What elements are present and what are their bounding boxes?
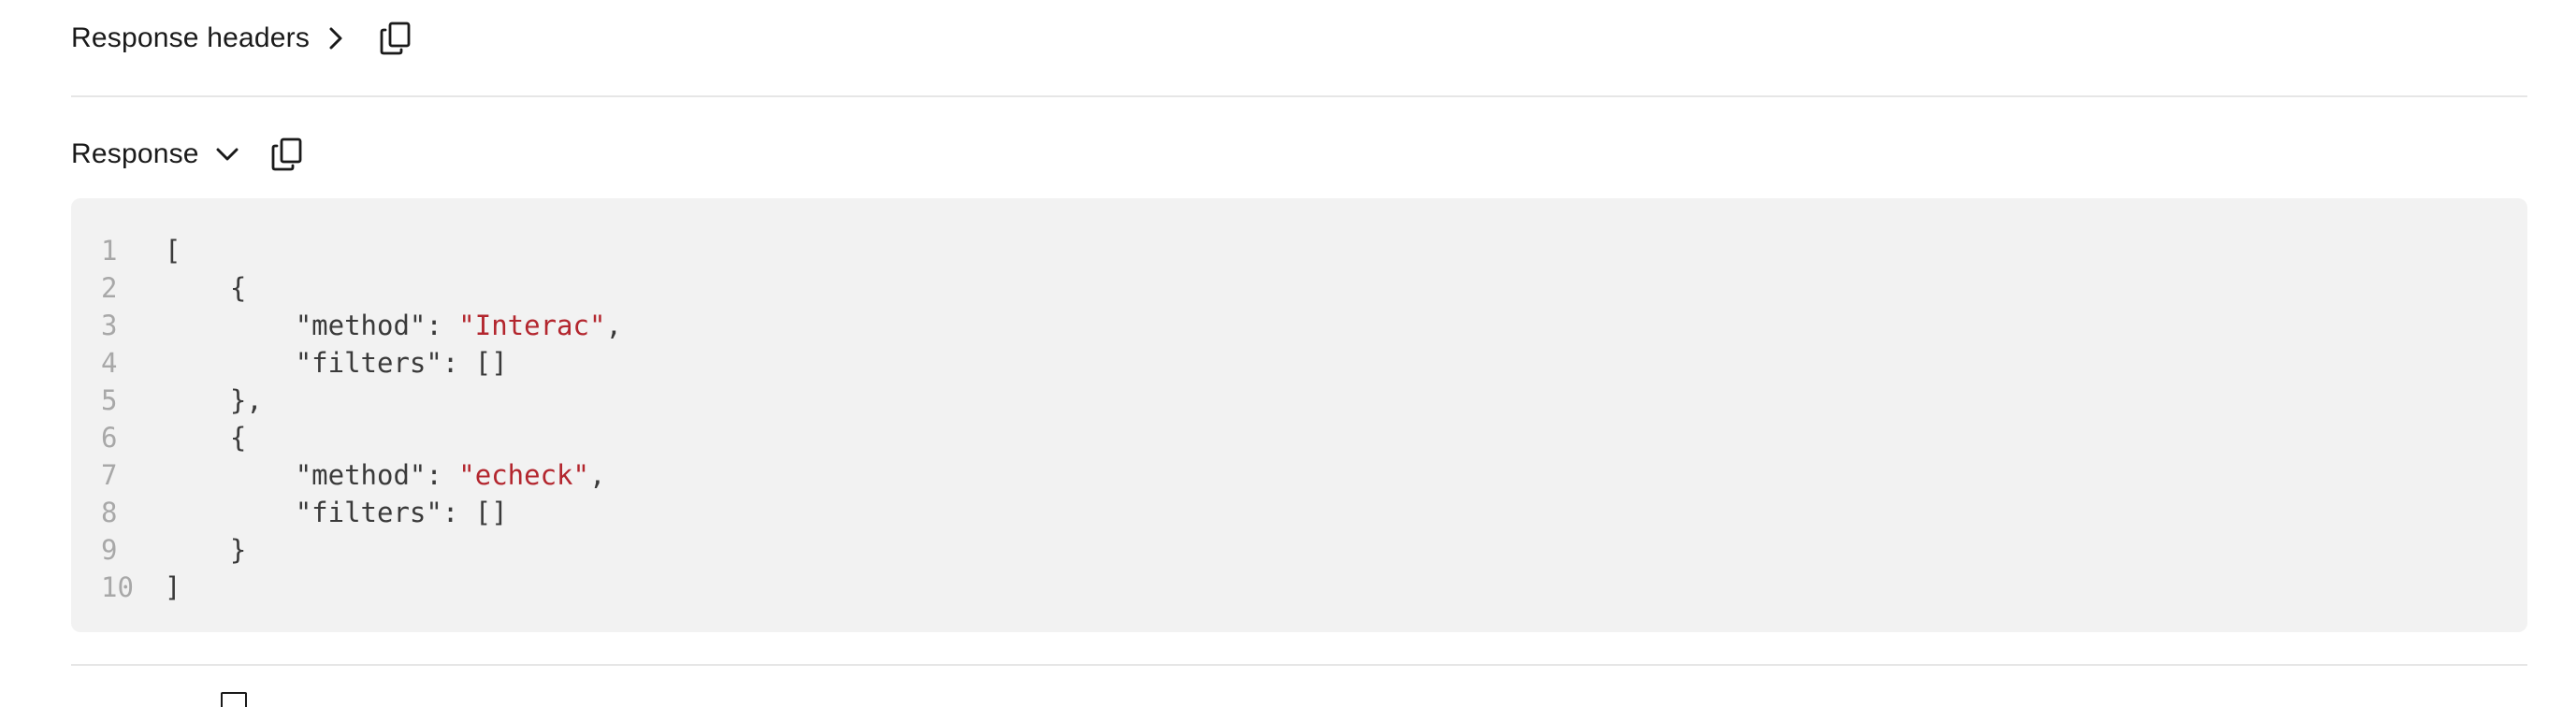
code-line: 7 "method": "echeck",: [71, 456, 2527, 494]
line-number: 1: [101, 235, 118, 267]
code-token: "filters": []: [295, 347, 508, 379]
code-line: 2 {: [71, 269, 2527, 307]
copy-response-button[interactable]: [268, 136, 306, 173]
code-token: [: [165, 235, 181, 267]
chevron-right-icon[interactable]: [323, 25, 349, 51]
line-number: 9: [101, 534, 118, 566]
code-text: },: [165, 382, 263, 419]
response-title: Response: [71, 138, 199, 169]
code-text: {: [165, 269, 246, 307]
response-headers-title: Response headers: [71, 22, 311, 53]
copy-icon: [380, 22, 411, 55]
chevron-down-icon[interactable]: [214, 141, 240, 167]
copy-icon: [271, 137, 302, 171]
code-line: 10]: [71, 569, 2527, 606]
code-token: },: [229, 384, 263, 416]
code-token: }: [229, 534, 247, 566]
code-string: "echeck": [458, 459, 589, 491]
line-number: 3: [101, 310, 118, 341]
line-number: 2: [101, 272, 118, 304]
code-line: 3 "method": "Interac",: [71, 307, 2527, 344]
code-text: "method": "echeck",: [165, 456, 606, 494]
code-punctuation: ,: [588, 459, 606, 491]
code-token: "filters": []: [295, 497, 508, 528]
line-number: 4: [101, 347, 118, 379]
line-number: 6: [101, 422, 118, 454]
response-header[interactable]: Response: [71, 122, 2527, 187]
line-number: 5: [101, 384, 118, 416]
response-code-block[interactable]: 1[2 {3 "method": "Interac", 4 "filters": …: [71, 198, 2527, 632]
code-line: 6 {: [71, 419, 2527, 456]
line-number: 10: [101, 571, 134, 603]
code-text: "method": "Interac",: [165, 307, 622, 344]
code-line: 9 }: [71, 531, 2527, 569]
code-line: 8 "filters": []: [71, 494, 2527, 531]
code-lines: 1[2 {3 "method": "Interac", 4 "filters": …: [71, 232, 2527, 606]
code-text: "filters": []: [165, 494, 508, 531]
code-text: [: [165, 232, 181, 269]
code-text: ]: [165, 569, 181, 606]
next-section-title-partial: [71, 693, 183, 707]
code-token: "method":: [295, 310, 459, 341]
code-token: ]: [165, 571, 181, 603]
line-number: 7: [101, 459, 118, 491]
copy-response-headers-button[interactable]: [377, 20, 414, 57]
code-token: {: [229, 422, 247, 454]
code-text: {: [165, 419, 246, 456]
code-line: 4 "filters": []: [71, 344, 2527, 382]
response-panel: Response headers Response 1 [2 {3 "met…: [71, 0, 2527, 666]
response-headers-header[interactable]: Response headers: [71, 6, 2527, 71]
next-section-header-partial[interactable]: [71, 692, 247, 707]
code-text: }: [165, 531, 246, 569]
copy-icon[interactable]: [221, 692, 247, 707]
section-divider-bottom: [71, 664, 2527, 666]
code-line: 1[: [71, 232, 2527, 269]
section-divider: [71, 95, 2527, 97]
code-text: "filters": []: [165, 344, 508, 382]
line-number: 8: [101, 497, 118, 528]
code-string: "Interac": [458, 310, 606, 341]
code-token: "method":: [295, 459, 459, 491]
code-token: {: [229, 272, 247, 304]
code-punctuation: ,: [605, 310, 622, 341]
code-line: 5 },: [71, 382, 2527, 419]
